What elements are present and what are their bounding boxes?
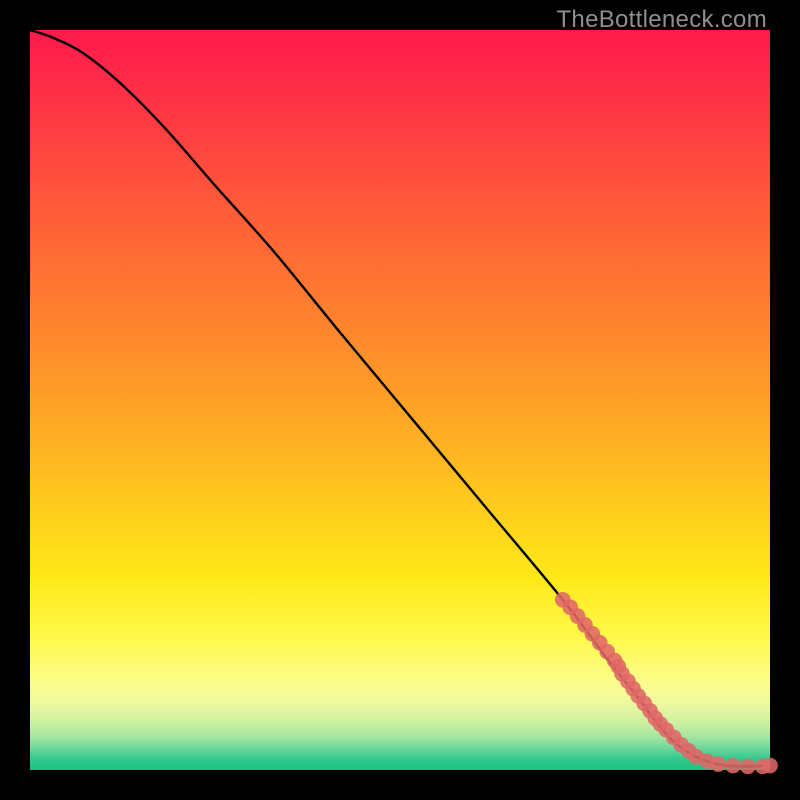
marker-dot [710, 756, 726, 772]
marker-dot [740, 759, 756, 775]
marker-cluster [555, 592, 778, 774]
bottleneck-curve [30, 30, 770, 766]
plot-area [30, 30, 770, 770]
marker-dot [725, 758, 741, 774]
chart-stage: TheBottleneck.com [0, 0, 800, 800]
marker-dot [762, 758, 778, 774]
curve-layer [30, 30, 770, 770]
